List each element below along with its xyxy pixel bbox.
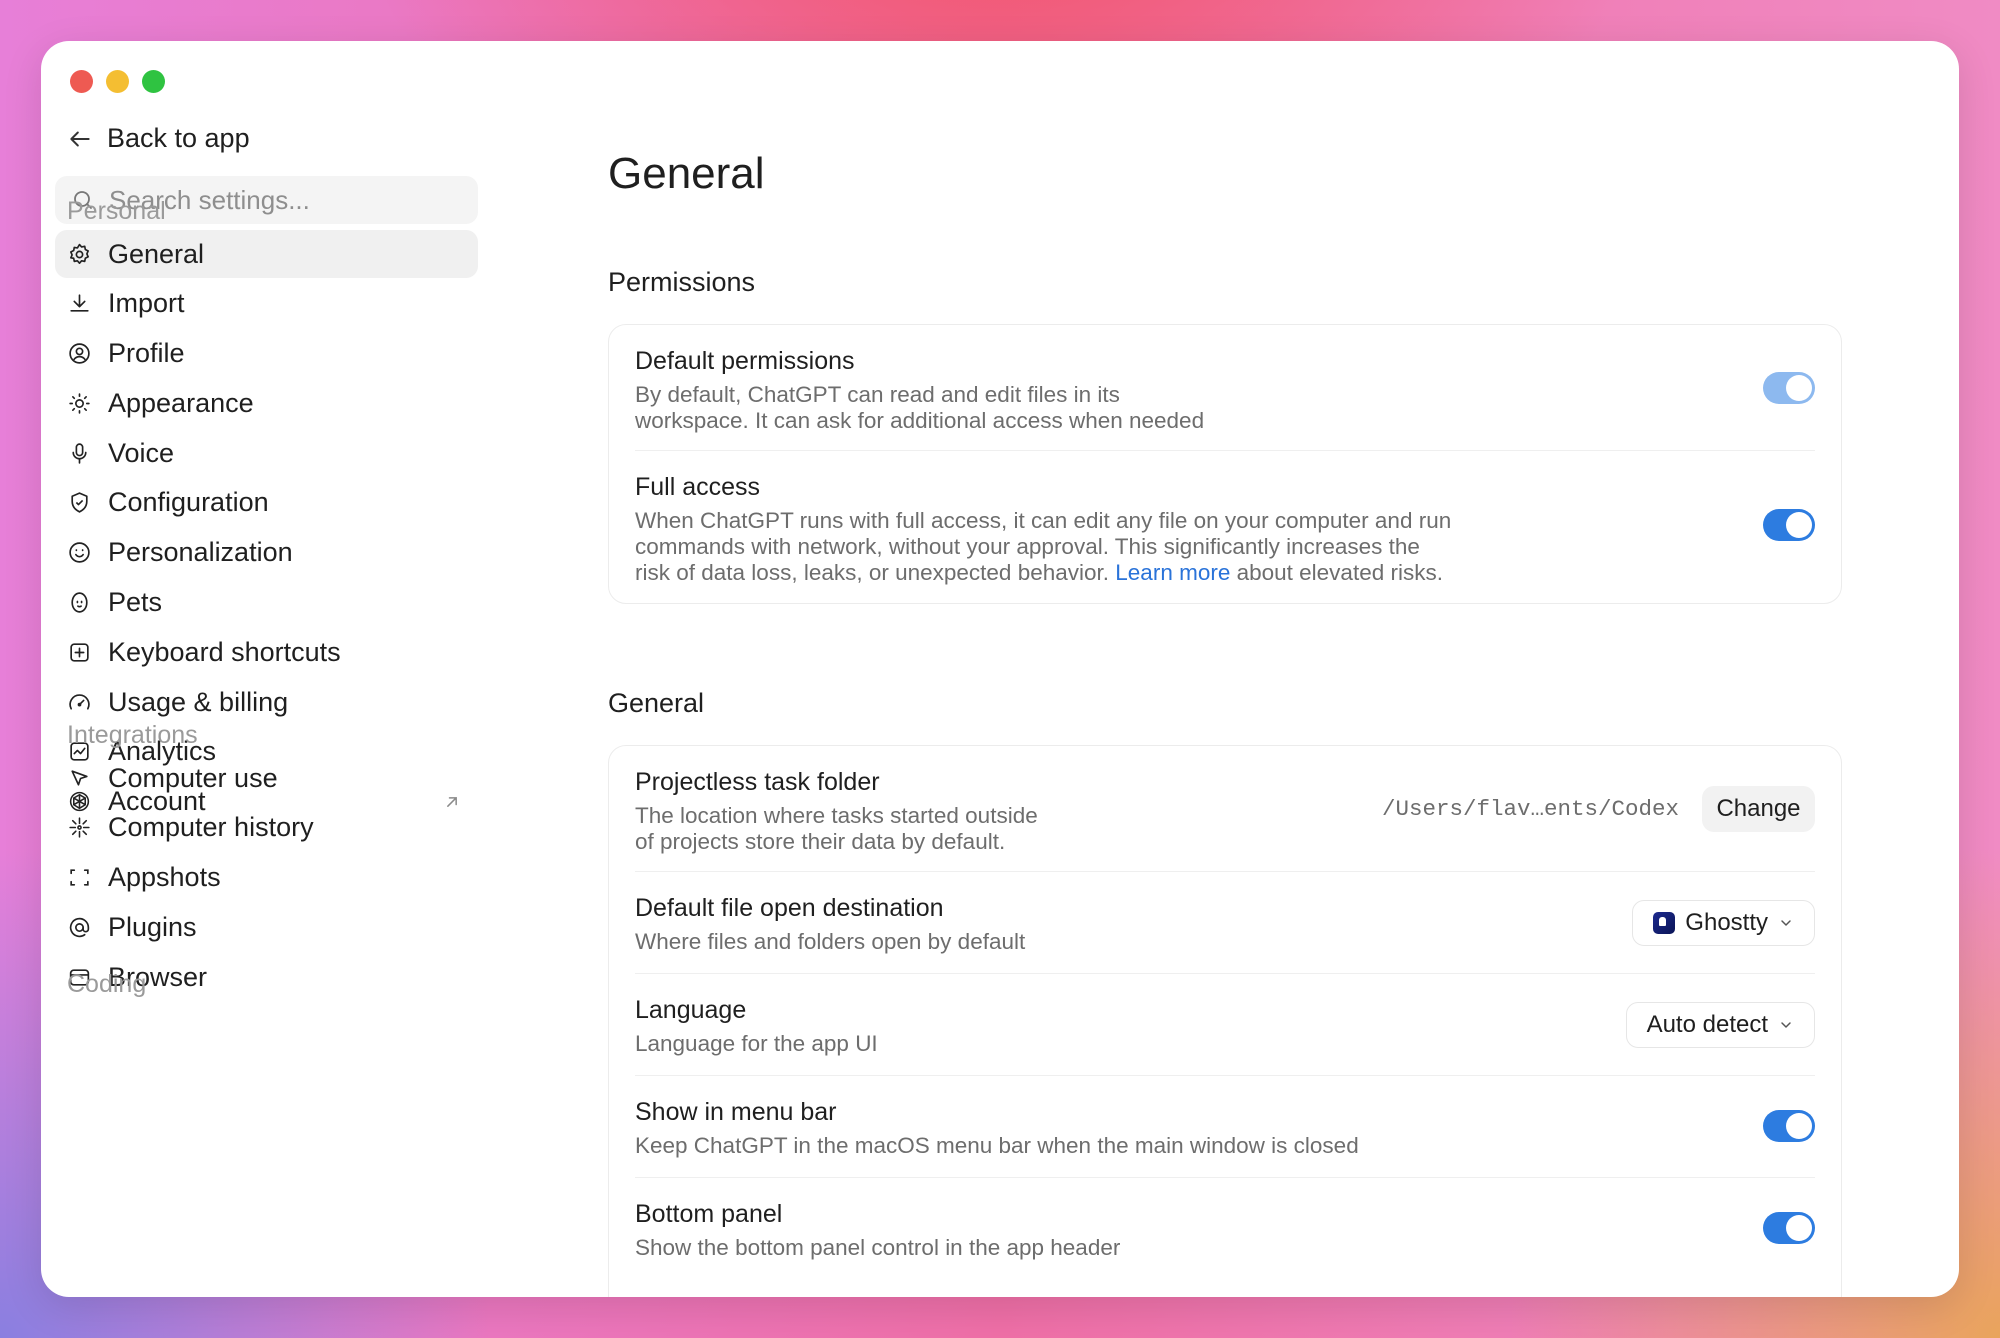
permissions-section-title: Permissions (608, 267, 756, 297)
general-card: Projectless task folder The location whe… (608, 745, 1842, 1297)
sidebar-item-appshots[interactable]: Appshots (55, 854, 478, 902)
setting-title: Full access (635, 473, 761, 501)
nav-integrations: Computer use Computer history Appshots P… (55, 754, 478, 1003)
sidebar-item-label: General (108, 238, 205, 269)
setting-title: Default permissions (635, 347, 855, 375)
setting-title: Show in menu bar (635, 1098, 837, 1126)
setting-title: Projectless task folder (635, 768, 880, 796)
permissions-card: Default permissions By default, ChatGPT … (608, 324, 1842, 604)
setting-description-line: commands with network, without your appr… (635, 534, 1420, 559)
sidebar-item-pets[interactable]: Pets (55, 579, 478, 627)
sidebar-item-label: Plugins (108, 911, 197, 942)
sidebar-item-import[interactable]: Import (55, 280, 478, 328)
sidebar-item-label: Pets (108, 587, 163, 618)
sidebar-item-keyboard-shortcuts[interactable]: Keyboard shortcuts (55, 628, 478, 676)
sidebar: Back to app Personal General Import Prof… (41, 41, 491, 1297)
setting-row-language: Language Language for the app UI Auto de… (635, 974, 1815, 1076)
setting-description: When ChatGPT runs with full access, it c… (635, 508, 1815, 586)
ghostty-icon (1653, 912, 1676, 934)
setting-description-line: risk of data loss, leaks, or unexpected … (635, 560, 1815, 586)
pet-icon (67, 590, 92, 615)
main-content: General Permissions Default permissions … (608, 41, 1848, 1297)
sparkle-icon (67, 815, 92, 840)
screenshot-icon (67, 865, 92, 890)
sidebar-item-configuration[interactable]: Configuration (55, 479, 478, 527)
selected-value: Ghostty (1685, 909, 1768, 936)
setting-title: Bottom panel (635, 1200, 783, 1228)
setting-row-projectless-task-folder: Projectless task folder The location whe… (635, 746, 1815, 872)
bottom-panel-toggle[interactable] (1763, 1212, 1815, 1244)
general-section-title: General (608, 688, 705, 718)
default-permissions-toggle[interactable] (1763, 372, 1815, 404)
sun-icon (67, 391, 92, 416)
user-circle-icon (67, 341, 92, 366)
sidebar-item-computer-history[interactable]: Computer history (55, 804, 478, 852)
file-open-destination-select[interactable]: Ghostty (1632, 900, 1815, 946)
sidebar-item-label: Computer history (108, 812, 314, 843)
sidebar-item-computer-use[interactable]: Computer use (55, 754, 478, 802)
language-select[interactable]: Auto detect (1625, 1002, 1815, 1048)
setting-row-default-file-open: Default file open destination Where file… (635, 872, 1815, 974)
sidebar-item-label: Voice (108, 437, 175, 468)
sidebar-item-label: Appshots (108, 862, 221, 893)
setting-row-default-permissions: Default permissions By default, ChatGPT … (635, 325, 1815, 451)
setting-row-show-in-menu-bar: Show in menu bar Keep ChatGPT in the mac… (635, 1076, 1815, 1178)
selected-value: Auto detect (1646, 1011, 1768, 1038)
sidebar-item-general[interactable]: General (55, 230, 478, 278)
page-title: General (608, 149, 765, 198)
at-icon (67, 915, 92, 940)
section-label-integrations: Integrations (67, 721, 198, 749)
microphone-icon (67, 441, 92, 466)
sidebar-item-label: Usage & billing (108, 686, 289, 717)
sidebar-item-label: Personalization (108, 537, 293, 568)
change-folder-button[interactable]: Change (1702, 786, 1815, 832)
arrow-left-icon (70, 131, 90, 146)
setting-description-line: When ChatGPT runs with full access, it c… (635, 508, 1452, 533)
show-in-menu-bar-toggle[interactable] (1763, 1110, 1815, 1142)
section-label-personal: Personal (67, 197, 166, 225)
shield-icon (67, 490, 92, 515)
sidebar-item-usage-billing[interactable]: Usage & billing (55, 678, 478, 726)
sidebar-item-voice[interactable]: Voice (55, 429, 478, 477)
keyboard-icon (67, 640, 92, 665)
folder-path: /Users/flav…ents/Codex (1381, 796, 1679, 822)
chevron-down-icon (1781, 1022, 1791, 1028)
full-access-toggle[interactable] (1763, 509, 1815, 541)
smile-icon (67, 540, 92, 565)
sidebar-item-label: Keyboard shortcuts (108, 636, 341, 667)
setting-row-full-access: Full access When ChatGPT runs with full … (635, 451, 1815, 603)
description-text: about elevated risks. (1230, 560, 1443, 585)
download-icon (67, 291, 92, 316)
setting-row-bottom-panel: Bottom panel Show the bottom panel contr… (635, 1178, 1815, 1280)
setting-description: By default, ChatGPT can read and edit fi… (635, 382, 1815, 434)
sidebar-item-label: Import (108, 288, 185, 319)
setting-description: Keep ChatGPT in the macOS menu bar when … (635, 1133, 1359, 1158)
sidebar-item-label: Appearance (108, 387, 254, 418)
back-to-app-button[interactable]: Back to app (67, 123, 250, 154)
learn-more-link[interactable]: Learn more (1115, 560, 1230, 585)
section-label-coding: Coding (67, 970, 147, 998)
setting-description-line: of projects store their data by default. (635, 829, 1006, 854)
sidebar-item-personalization[interactable]: Personalization (55, 529, 478, 577)
sidebar-item-appearance[interactable]: Appearance (55, 379, 478, 427)
cursor-icon (67, 766, 92, 791)
sidebar-item-label: Computer use (108, 762, 278, 793)
chevron-down-icon (1781, 920, 1791, 926)
sidebar-item-profile[interactable]: Profile (55, 330, 478, 378)
sidebar-item-plugins[interactable]: Plugins (55, 903, 478, 951)
gear-icon (67, 242, 92, 267)
settings-window: Back to app Personal General Import Prof… (41, 41, 1959, 1297)
setting-description-line: workspace. It can ask for additional acc… (635, 408, 1205, 433)
description-text: risk of data loss, leaks, or unexpected … (635, 560, 1116, 585)
setting-description-line: By default, ChatGPT can read and edit fi… (635, 382, 1120, 407)
setting-description: Show the bottom panel control in the app… (635, 1235, 1121, 1260)
sidebar-item-label: Profile (108, 338, 185, 369)
back-to-app-label: Back to app (107, 123, 250, 153)
sidebar-item-label: Configuration (108, 487, 269, 518)
gauge-icon (67, 690, 92, 715)
